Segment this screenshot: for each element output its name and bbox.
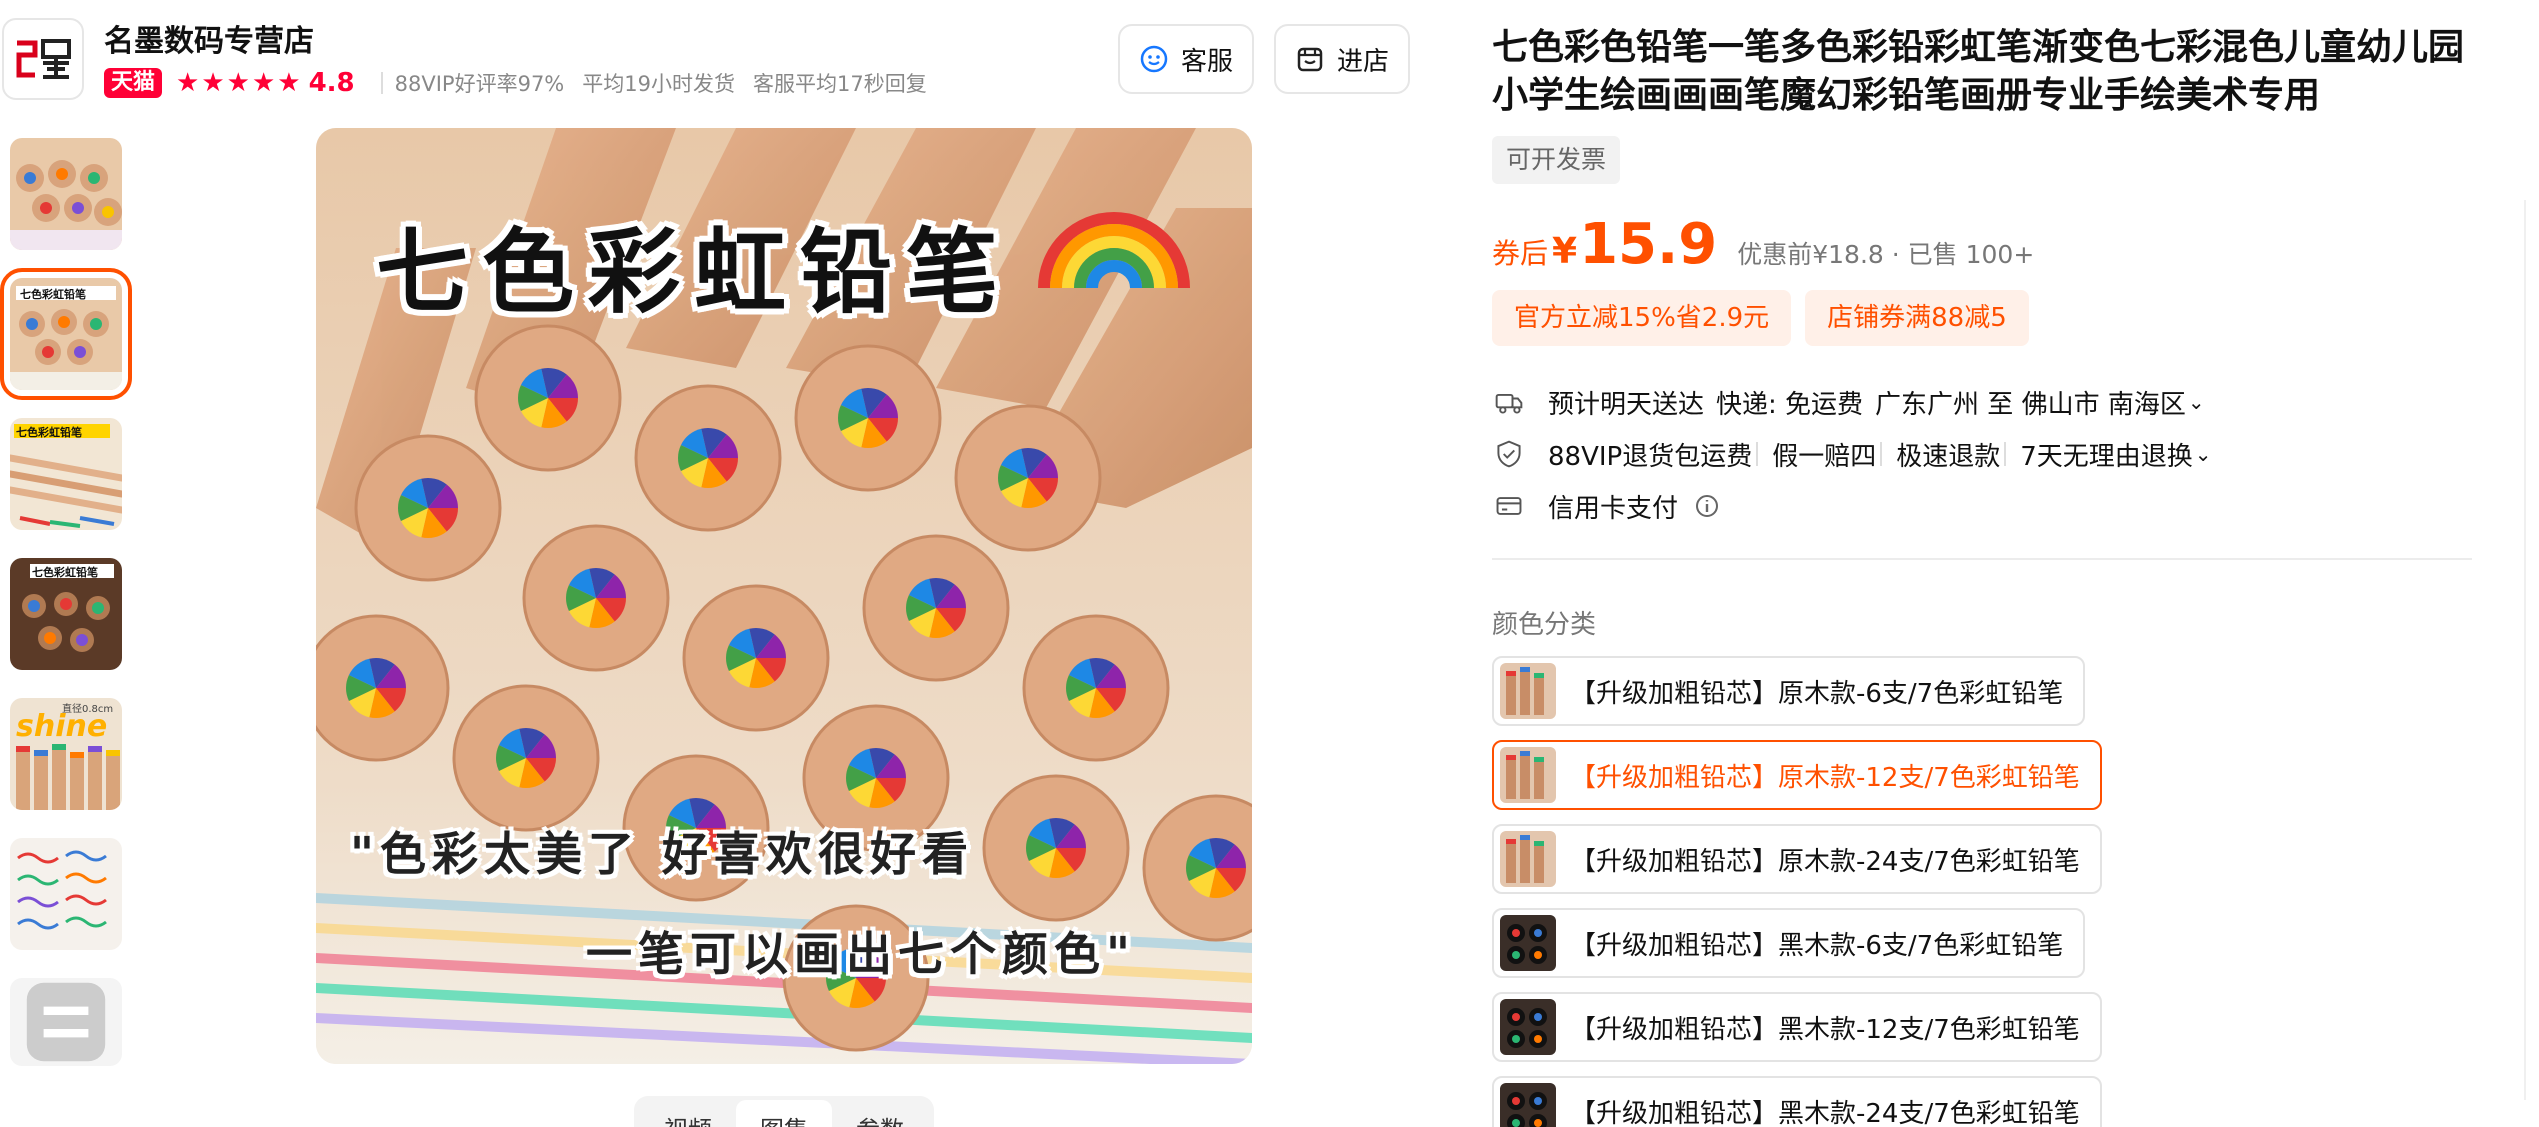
thumb-label: 直径0.8cm — [62, 702, 113, 715]
thumb-label: 七色彩虹铅笔 — [32, 565, 98, 579]
shipping-fee: 快递: 免运费 — [1716, 389, 1864, 420]
tmall-badge: 天猫 — [104, 68, 163, 98]
chevron-down-icon[interactable]: ⌄ — [2188, 390, 2205, 414]
store-icon — [1295, 44, 1325, 74]
thumbnail[interactable] — [10, 138, 122, 250]
store-logo[interactable] — [2, 18, 84, 100]
thumbnail[interactable]: 七色彩虹铅笔 — [10, 418, 122, 530]
star-icon: ★ — [277, 68, 301, 98]
shield-icon — [1492, 437, 1526, 471]
sku-thumbnail — [1500, 915, 1556, 971]
truck-icon — [1492, 385, 1526, 419]
price-prefix: 券后 — [1492, 237, 1549, 270]
divider — [1880, 442, 1883, 466]
fast-refund: 极速退款 — [1896, 441, 2001, 472]
sku-option[interactable]: 【升级加粗铅芯】原木款-6支/7色彩虹铅笔 — [1492, 656, 2086, 726]
thumbnail[interactable] — [10, 838, 122, 950]
sku-label: 【升级加粗铅芯】黑木款-24支/7色彩虹铅笔 — [1570, 1098, 2080, 1127]
product-title: 七色彩色铅笔一笔多色彩铅彩虹笔渐变色七彩混色儿童幼儿园小学生绘画画画笔魔幻彩铅笔… — [1492, 27, 2465, 116]
store-meta: 天猫 ★ ★ ★ ★ ★ 4.8 88VIP好评率97% 平均19小时发货 客服… — [104, 66, 927, 100]
invoice-tag: 可开发票 — [1492, 136, 1621, 184]
sku-option[interactable]: 【升级加粗铅芯】黑木款-6支/7色彩虹铅笔 — [1492, 908, 2086, 978]
delivery-eta: 预计明天送达 — [1548, 389, 1705, 420]
sku-label: 【升级加粗铅芯】黑木款-12支/7色彩虹铅笔 — [1570, 1014, 2080, 1045]
more-thumbnails-button[interactable] — [10, 978, 122, 1066]
thumb-label: 七色彩虹铅笔 — [16, 425, 82, 439]
enter-label: 进店 — [1336, 46, 1389, 77]
delivery-route[interactable]: 广东广州 至 佛山市 南海区 — [1875, 384, 2186, 421]
delivery-info: 预计明天送达 快递: 免运费 广东广州 至 佛山市 南海区 ⌄ — [1492, 382, 2205, 422]
original-price: 优惠前¥18.8 · 已售 100+ — [1737, 240, 2035, 269]
promo-official-discount[interactable]: 官方立减15%省2.9元 — [1492, 290, 1792, 346]
sku-thumbnail — [1500, 1083, 1556, 1127]
fake-compensation: 假一赔四 — [1772, 441, 1877, 472]
sku-label: 【升级加粗铅芯】原木款-24支/7色彩虹铅笔 — [1570, 846, 2080, 877]
image-overlay-title: 七色彩虹铅笔 — [376, 219, 1013, 326]
sku-thumbnail — [1500, 663, 1556, 719]
store-header: 名墨数码专营店 天猫 ★ ★ ★ ★ ★ 4.8 88VIP好评率97% 平均1… — [0, 14, 1420, 104]
sku-option[interactable]: 【升级加粗铅芯】黑木款-12支/7色彩虹铅笔 — [1492, 992, 2102, 1062]
thumb-label: 七色彩虹铅笔 — [20, 287, 86, 301]
image-overlay-quote: "色彩太美了 好喜欢很好看 — [350, 827, 974, 881]
price-value: 15.9 — [1579, 212, 1718, 277]
vip-rate: 88VIP好评率97% — [394, 72, 565, 96]
sku-label: 【升级加粗铅芯】原木款-6支/7色彩虹铅笔 — [1570, 678, 2064, 709]
thumbnail-list: 七色彩虹铅笔 七色彩虹铅笔 七色彩虹铅笔 shine 直径0.8cm — [0, 138, 132, 1094]
payment-info: 信用卡支付 — [1492, 486, 1746, 526]
credit-card-icon — [1492, 489, 1526, 523]
image-overlay-quote: 一笔可以画出七个颜色" — [586, 927, 1136, 981]
sku-section-label: 颜色分类 — [1492, 610, 1597, 640]
promo-row: 官方立减15%省2.9元 店铺券满88减5 — [1492, 290, 2043, 346]
tab-video[interactable]: 视频 — [640, 1100, 736, 1127]
vip-return: 88VIP退货包运费 — [1548, 441, 1753, 472]
sku-thumbnail — [1500, 747, 1556, 803]
more-icon — [26, 982, 106, 1062]
thumbnail-selected[interactable]: 七色彩虹铅笔 — [0, 268, 132, 400]
seven-day-return[interactable]: 7天无理由退换 — [2020, 436, 2193, 473]
media-tabs: 视频 图集 参数 — [634, 1096, 934, 1127]
star-icon: ★ — [176, 68, 200, 98]
sku-label: 【升级加粗铅芯】黑木款-6支/7色彩虹铅笔 — [1570, 930, 2064, 961]
divider — [2004, 442, 2007, 466]
star-icon: ★ — [251, 68, 276, 98]
section-divider — [1492, 558, 2472, 560]
return-info: 88VIP退货包运费 假一赔四 极速退款 7天无理由退换 ⌄ — [1492, 434, 2212, 474]
ship-time: 平均19小时发货 — [582, 72, 735, 96]
customer-service-button[interactable]: 客服 — [1118, 24, 1254, 94]
sku-option-selected[interactable]: 【升级加粗铅芯】原木款-12支/7色彩虹铅笔 — [1492, 740, 2102, 810]
price-currency: ¥ — [1552, 231, 1578, 272]
thumbnail[interactable]: 七色彩虹铅笔 — [10, 558, 122, 670]
price-row: 券后 ¥ 15.9 优惠前¥18.8 · 已售 100+ — [1492, 212, 2034, 282]
store-logo-icon — [16, 39, 71, 79]
sku-thumbnail — [1500, 831, 1556, 887]
scroll-track[interactable] — [2524, 200, 2526, 1100]
info-icon[interactable] — [1690, 489, 1724, 523]
main-product-image[interactable]: 七色彩虹铅笔 "色彩太美了 好喜欢很好看 一笔可以画出七个颜色" — [316, 128, 1252, 1064]
chat-icon — [1139, 44, 1169, 74]
star-icon: ★ — [201, 68, 225, 98]
store-rating: 4.8 — [308, 68, 355, 98]
chevron-down-icon[interactable]: ⌄ — [2195, 442, 2212, 466]
sku-option[interactable]: 【升级加粗铅芯】黑木款-24支/7色彩虹铅笔 — [1492, 1076, 2102, 1127]
enter-store-button[interactable]: 进店 — [1274, 24, 1410, 94]
service-label: 客服 — [1180, 46, 1233, 77]
divider — [380, 72, 383, 94]
store-name[interactable]: 名墨数码专营店 — [104, 16, 314, 60]
tab-gallery[interactable]: 图集 — [736, 1100, 832, 1127]
thumbnail[interactable]: shine 直径0.8cm — [10, 698, 122, 810]
divider — [1756, 442, 1759, 466]
sku-label: 【升级加粗铅芯】原木款-12支/7色彩虹铅笔 — [1570, 762, 2080, 793]
tab-params[interactable]: 参数 — [832, 1100, 928, 1127]
reply-time: 客服平均17秒回复 — [753, 72, 927, 96]
sku-thumbnail — [1500, 999, 1556, 1055]
rating-stars: ★ ★ ★ ★ ★ — [176, 68, 303, 98]
promo-store-coupon[interactable]: 店铺券满88减5 — [1805, 290, 2029, 346]
payment-label: 信用卡支付 — [1548, 493, 1679, 524]
sku-option[interactable]: 【升级加粗铅芯】原木款-24支/7色彩虹铅笔 — [1492, 824, 2102, 894]
sku-options: 【升级加粗铅芯】原木款-6支/7色彩虹铅笔 【升级加粗铅芯】原木款-12支/7色… — [1492, 656, 2102, 1127]
star-icon: ★ — [226, 68, 250, 98]
